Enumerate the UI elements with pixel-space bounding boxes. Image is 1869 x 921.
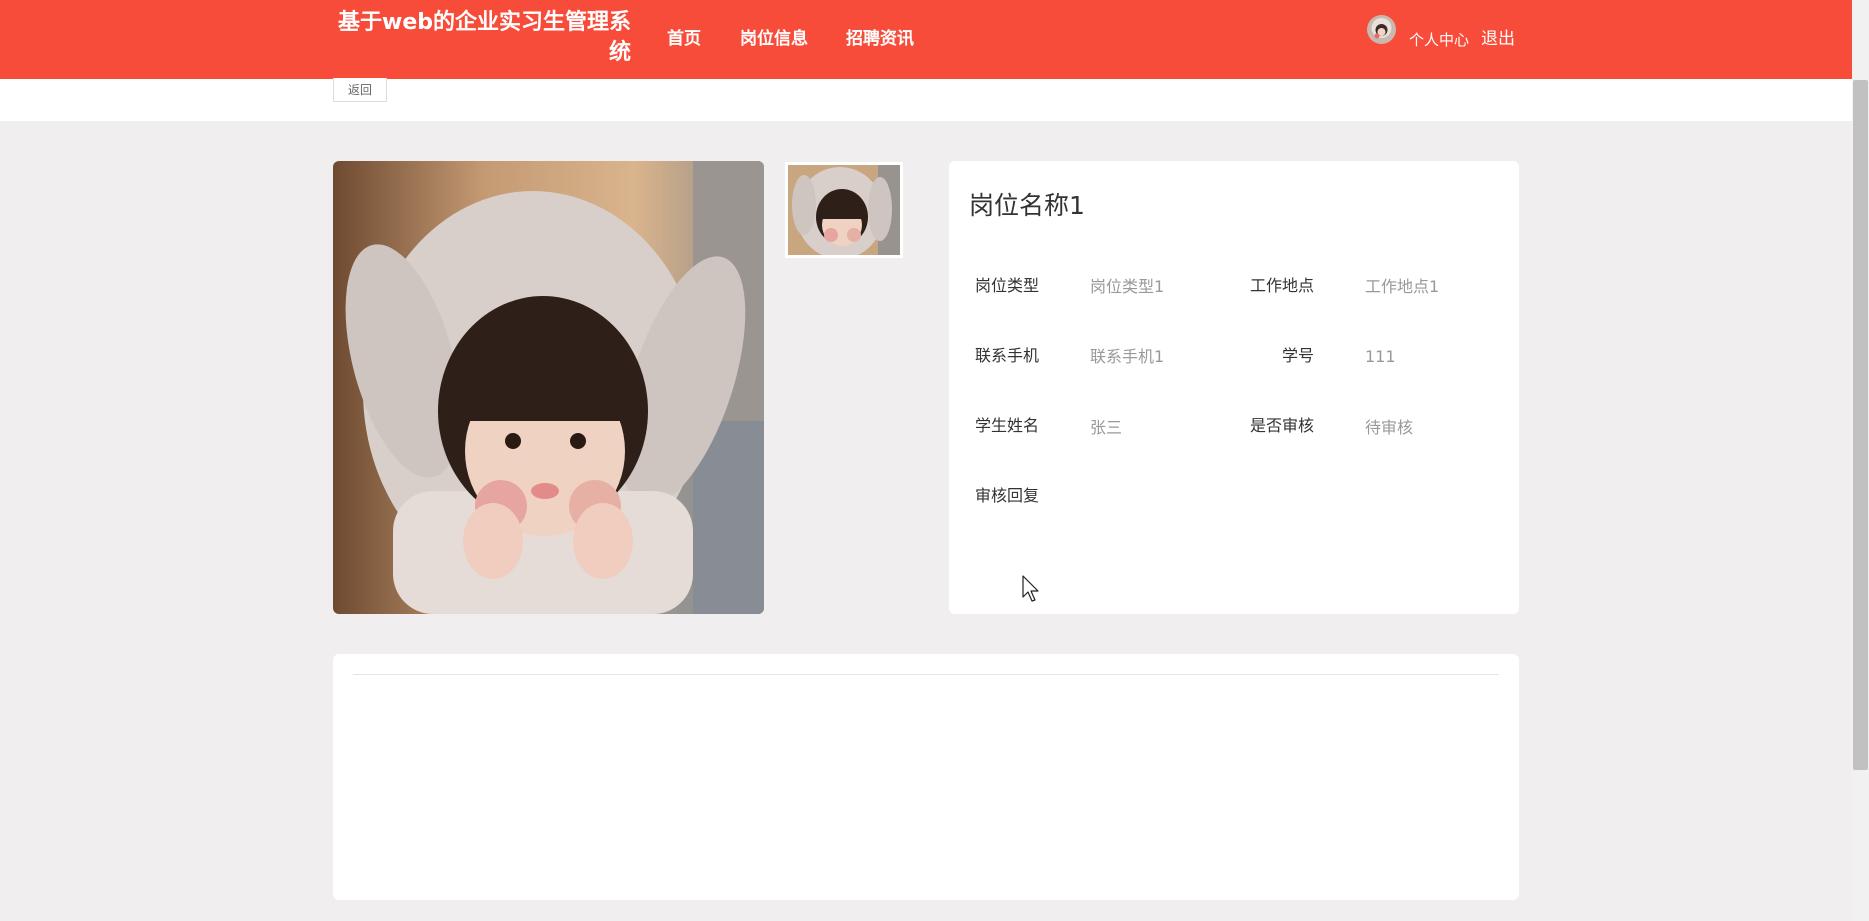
job-title: 岗位名称1 — [969, 191, 1085, 220]
logout-link[interactable]: 退出 — [1481, 27, 1515, 51]
page-scrollbar-thumb[interactable] — [1853, 80, 1868, 770]
job-description-panel — [333, 654, 1519, 900]
sub-bar — [0, 79, 1852, 121]
user-avatar-icon[interactable] — [1367, 15, 1396, 44]
field-label-job-type: 岗位类型 — [974, 276, 1039, 295]
field-value-work-location: 工作地点1 — [1365, 277, 1440, 296]
field-label-student-name: 学生姓名 — [974, 416, 1039, 435]
field-label-work-location: 工作地点 — [1249, 276, 1314, 295]
nav-home[interactable]: 首页 — [667, 26, 701, 52]
field-value-review-status: 待审核 — [1365, 418, 1414, 437]
job-main-image — [333, 161, 764, 614]
nav-job-info[interactable]: 岗位信息 — [740, 26, 808, 52]
field-label-review-reply: 审核回复 — [974, 486, 1039, 505]
field-label-contact-phone: 联系手机 — [974, 346, 1039, 365]
top-nav-bar: 基于web的企业实习生管理系统 首页 岗位信息 招聘资讯 个人中心 退出 — [0, 0, 1852, 79]
brand-title[interactable]: 基于web的企业实习生管理系统 — [333, 8, 631, 68]
field-label-review-status: 是否审核 — [1249, 416, 1314, 435]
job-detail-card: 岗位名称1 岗位类型 岗位类型1 工作地点 工作地点1 联系手机 联系手机1 学… — [949, 161, 1519, 614]
field-value-contact-phone: 联系手机1 — [1090, 347, 1165, 366]
panel-divider — [353, 674, 1499, 675]
field-label-student-id: 学号 — [1281, 346, 1314, 365]
user-center-link[interactable]: 个人中心 — [1409, 29, 1469, 51]
mouse-pointer-icon — [1022, 575, 1042, 603]
job-thumbnail[interactable] — [785, 162, 903, 258]
field-value-job-type: 岗位类型1 — [1090, 277, 1165, 296]
nav-recruitment-news[interactable]: 招聘资讯 — [846, 26, 914, 52]
field-value-student-id: 111 — [1365, 347, 1396, 366]
field-value-student-name: 张三 — [1090, 418, 1123, 437]
back-button[interactable]: 返回 — [333, 78, 387, 102]
